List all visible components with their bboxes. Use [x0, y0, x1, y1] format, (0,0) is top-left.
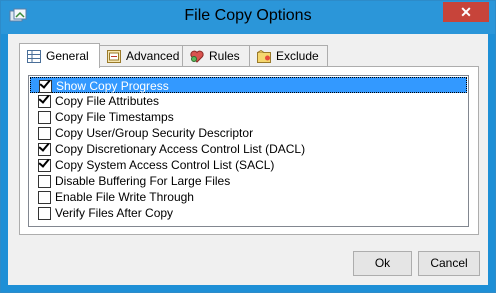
option-copy-security-descriptor[interactable]: Copy User/Group Security Descriptor — [30, 125, 467, 141]
option-label: Show Copy Progress — [56, 79, 169, 93]
tab-exclude-label: Exclude — [276, 49, 319, 63]
checkbox[interactable] — [38, 207, 51, 220]
option-label: Enable File Write Through — [55, 190, 194, 204]
checkbox[interactable] — [38, 127, 51, 140]
options-list[interactable]: Show Copy Progress Copy File Attributes … — [28, 75, 469, 227]
exclude-icon — [257, 50, 271, 63]
grid-icon — [27, 50, 41, 63]
option-label: Disable Buffering For Large Files — [55, 174, 231, 188]
option-copy-dacl[interactable]: Copy Discretionary Access Control List (… — [30, 140, 467, 157]
tab-advanced-label: Advanced — [126, 49, 180, 63]
checkbox[interactable] — [38, 191, 51, 204]
checkmark-icon — [39, 77, 51, 89]
dialog-client: General Advanced Rules Exclude Show Copy… — [8, 34, 488, 285]
option-enable-write-through[interactable]: Enable File Write Through — [30, 189, 467, 205]
option-copy-file-attributes[interactable]: Copy File Attributes — [30, 92, 467, 109]
option-label: Verify Files After Copy — [55, 206, 174, 220]
close-button[interactable]: ✕ — [443, 2, 489, 22]
option-label: Copy Discretionary Access Control List (… — [55, 142, 306, 156]
option-label: Copy User/Group Security Descriptor — [55, 126, 254, 140]
option-copy-file-timestamps[interactable]: Copy File Timestamps — [30, 109, 467, 125]
checkbox[interactable] — [38, 175, 51, 188]
checkbox[interactable] — [38, 156, 51, 172]
close-icon: ✕ — [460, 4, 472, 20]
option-label: Copy File Attributes — [55, 94, 160, 108]
tab-exclude[interactable]: Exclude — [249, 45, 328, 67]
tab-general[interactable]: General — [19, 43, 100, 68]
checkmark-icon — [38, 156, 50, 168]
window-title: File Copy Options — [184, 7, 312, 24]
tab-advanced[interactable]: Advanced — [99, 45, 183, 67]
advanced-icon — [107, 50, 121, 63]
cancel-button[interactable]: Cancel — [418, 251, 480, 276]
checkbox[interactable] — [39, 77, 52, 93]
option-copy-sacl[interactable]: Copy System Access Control List (SACL) — [30, 156, 467, 173]
tab-rules-label: Rules — [209, 49, 240, 63]
option-label: Copy File Timestamps — [55, 110, 174, 124]
rules-icon — [190, 50, 204, 63]
checkmark-icon — [38, 140, 50, 152]
option-disable-buffering[interactable]: Disable Buffering For Large Files — [30, 173, 467, 189]
checkmark-icon — [38, 92, 50, 104]
checkbox[interactable] — [38, 92, 51, 108]
tab-rules[interactable]: Rules — [182, 45, 250, 67]
ok-button[interactable]: Ok — [353, 251, 412, 276]
option-show-copy-progress[interactable]: Show Copy Progress — [30, 77, 467, 93]
title-bar[interactable]: File Copy Options ✕ — [1, 1, 495, 34]
tab-general-label: General — [46, 49, 89, 63]
option-verify-files[interactable]: Verify Files After Copy — [30, 205, 467, 221]
general-panel: Show Copy Progress Copy File Attributes … — [19, 66, 479, 235]
option-label: Copy System Access Control List (SACL) — [55, 158, 275, 172]
dialog-window: File Copy Options ✕ General Advanced Rul… — [0, 0, 496, 293]
checkbox[interactable] — [38, 140, 51, 156]
checkbox[interactable] — [38, 111, 51, 124]
